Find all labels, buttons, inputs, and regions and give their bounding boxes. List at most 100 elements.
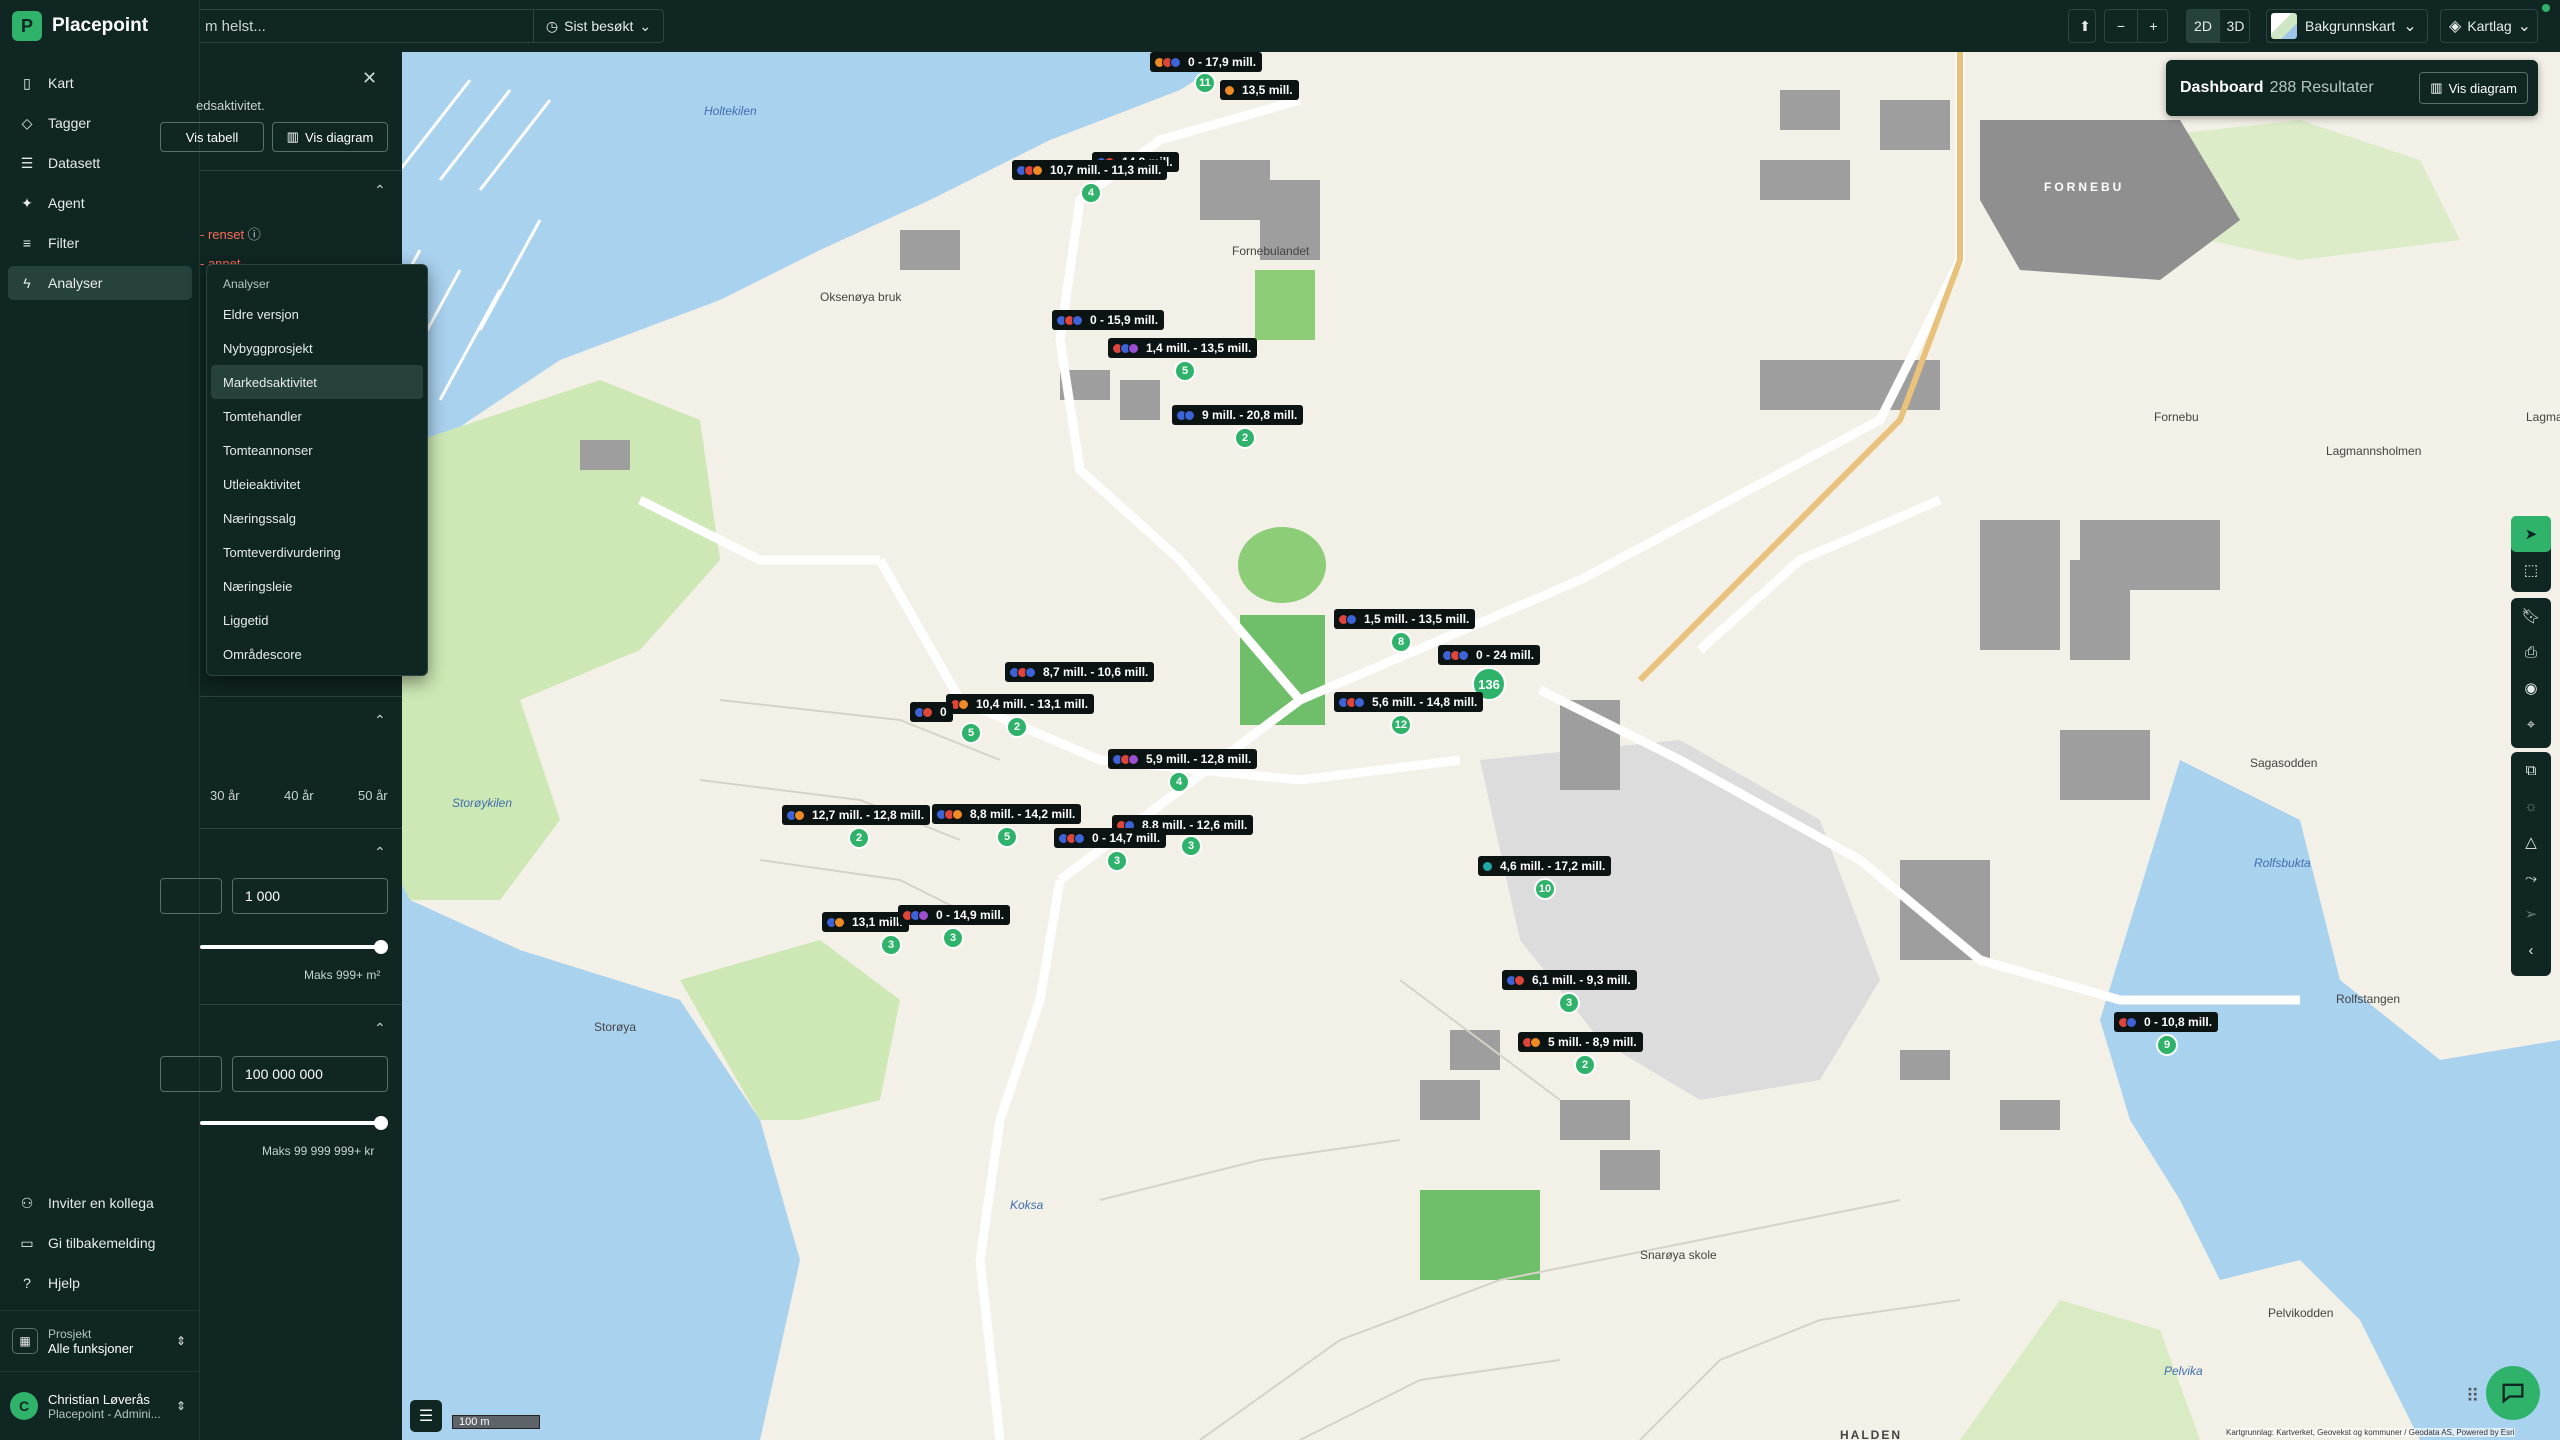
price-label[interactable]: 8,7 mill. - 10,6 mill. bbox=[1005, 662, 1155, 682]
cluster-count[interactable]: 2 bbox=[1006, 716, 1028, 738]
cluster-count[interactable]: 12 bbox=[1390, 714, 1412, 736]
cluster-count[interactable]: 3 bbox=[942, 927, 964, 949]
dropdown-item[interactable]: Områdescore bbox=[211, 637, 423, 671]
filter-tag-renset[interactable]: - renset ⓘ bbox=[200, 224, 261, 243]
price-label[interactable]: 0 - 10,8 mill. bbox=[2114, 1012, 2219, 1032]
area-slider-handle[interactable] bbox=[374, 940, 388, 954]
price-label[interactable]: 13,1 mill. bbox=[822, 912, 909, 932]
dashboard-chart-button[interactable]: ▥ Vis diagram bbox=[2419, 72, 2528, 104]
drag-handle-icon[interactable]: ⠿ bbox=[2466, 1386, 2479, 1407]
bookmark-icon[interactable]: 🔖︎ bbox=[2511, 598, 2551, 634]
locate-icon[interactable]: ⌖ bbox=[2511, 706, 2551, 742]
brand[interactable]: P Placepoint bbox=[12, 10, 148, 42]
cluster-count[interactable]: 2 bbox=[1234, 427, 1256, 449]
recent-dropdown[interactable]: ◷ Sist besøkt ⌄ bbox=[534, 9, 664, 43]
cluster-count[interactable]: 2 bbox=[848, 827, 870, 849]
price-label[interactable]: 6,1 mill. - 9,3 mill. bbox=[1502, 970, 1637, 990]
cluster-count[interactable]: 10 bbox=[1534, 878, 1556, 900]
cluster-count[interactable]: 3 bbox=[1106, 850, 1128, 872]
price-label[interactable]: 0 - 15,9 mill. bbox=[1052, 310, 1165, 330]
cluster-count[interactable]: 4 bbox=[1168, 771, 1190, 793]
sidebar-item-hjelp[interactable]: ? Hjelp bbox=[8, 1266, 192, 1300]
price-label[interactable]: 0 - 14,9 mill. bbox=[898, 905, 1011, 925]
sidebar-item-agent[interactable]: ✦ Agent bbox=[8, 186, 192, 220]
select-area-icon[interactable]: ⬚ bbox=[2511, 552, 2551, 588]
price-slider-handle[interactable] bbox=[374, 1116, 388, 1130]
cluster-count[interactable]: 4 bbox=[1080, 182, 1102, 204]
price-label[interactable]: 8,8 mill. - 14,2 mill. bbox=[932, 804, 1082, 824]
close-icon[interactable]: ✕ bbox=[362, 68, 377, 89]
dropdown-item[interactable]: Næringssalg bbox=[211, 501, 423, 535]
view-3d-button[interactable]: 3D bbox=[2219, 10, 2251, 42]
cluster-count[interactable]: 11 bbox=[1194, 72, 1216, 94]
chat-button[interactable] bbox=[2486, 1366, 2540, 1420]
print-icon[interactable]: ⎙ bbox=[2511, 634, 2551, 670]
chevron-up-icon[interactable]: ⌃ bbox=[374, 1020, 386, 1037]
dropdown-item[interactable]: Eldre versjon bbox=[211, 297, 423, 331]
sidebar-item-analyser[interactable]: ϟ Analyser bbox=[8, 266, 192, 300]
price-label[interactable]: 5,6 mill. - 14,8 mill. bbox=[1334, 692, 1484, 712]
price-label[interactable]: 1,4 mill. - 13,5 mill. bbox=[1108, 338, 1258, 358]
price-label[interactable]: 1,5 mill. - 13,5 mill. bbox=[1334, 609, 1476, 629]
sun-icon[interactable]: ☼ bbox=[2511, 788, 2551, 824]
price-min-input[interactable] bbox=[160, 1056, 222, 1092]
area-slider[interactable] bbox=[200, 945, 382, 949]
project-switcher[interactable]: ▦ Prosjekt Alle funksjoner ⇕ bbox=[0, 1310, 200, 1372]
area-max-input[interactable]: 1 000 bbox=[232, 878, 388, 914]
dropdown-item[interactable]: Utleieaktivitet bbox=[211, 467, 423, 501]
dropdown-item[interactable]: Tomteverdivurdering bbox=[211, 535, 423, 569]
collapse-icon[interactable]: ‹ bbox=[2511, 932, 2551, 968]
price-label[interactable]: 0 - 14,7 mill. bbox=[1054, 828, 1167, 848]
price-label[interactable]: 13,5 mill. bbox=[1220, 80, 1299, 100]
price-label[interactable]: 12,7 mill. - 12,8 mill. bbox=[782, 805, 931, 825]
price-label[interactable]: 10,4 mill. - 13,1 mill. bbox=[946, 694, 1095, 714]
layers-dropdown[interactable]: ◈ Kartlag ⌄ bbox=[2440, 9, 2538, 43]
dropdown-item[interactable]: Tomtehandler bbox=[211, 399, 423, 433]
camera-icon[interactable]: ◉ bbox=[2511, 670, 2551, 706]
price-label[interactable]: 0 - 17,9 mill. bbox=[1150, 52, 1263, 72]
user-menu[interactable]: C Christian Løverås Placepoint - Admini.… bbox=[0, 1376, 200, 1436]
compass-button[interactable]: ⬆ bbox=[2068, 9, 2096, 43]
cluster-count[interactable]: 3 bbox=[1558, 992, 1580, 1014]
route-icon[interactable]: ⤳ bbox=[2511, 860, 2551, 896]
triangle-icon[interactable]: △ bbox=[2511, 824, 2551, 860]
dropdown-item[interactable]: Nybyggprosjekt bbox=[211, 331, 423, 365]
cluster-count[interactable]: 8 bbox=[1390, 631, 1412, 653]
layers-stack-icon[interactable]: ⧉ bbox=[2511, 752, 2551, 788]
price-label[interactable]: 9 mill. - 20,8 mill. bbox=[1172, 405, 1304, 425]
dropdown-item[interactable]: Markedsaktivitet bbox=[211, 365, 423, 399]
pointer-icon[interactable]: ➤ bbox=[2511, 516, 2551, 552]
chevron-up-icon[interactable]: ⌃ bbox=[374, 844, 386, 861]
price-slider[interactable] bbox=[200, 1121, 382, 1125]
sidebar-item-inviter-en-kollega[interactable]: ⚇ Inviter en kollega bbox=[8, 1186, 192, 1220]
price-label[interactable]: 5,9 mill. - 12,8 mill. bbox=[1108, 749, 1258, 769]
price-label[interactable]: 4,6 mill. - 17,2 mill. bbox=[1478, 856, 1612, 876]
sidebar-item-kart[interactable]: ▯ Kart bbox=[8, 66, 192, 100]
price-label[interactable]: 10,7 mill. - 11,3 mill. bbox=[1012, 160, 1168, 180]
cluster-count[interactable]: 5 bbox=[996, 826, 1018, 848]
cluster-count[interactable]: 3 bbox=[1180, 835, 1202, 857]
legend-button[interactable]: ☰ bbox=[410, 1400, 442, 1432]
price-label[interactable]: 5 mill. - 8,9 mill. bbox=[1518, 1032, 1643, 1052]
price-max-input[interactable]: 100 000 000 bbox=[232, 1056, 388, 1092]
navigate-icon[interactable]: ➢ bbox=[2511, 896, 2551, 932]
dropdown-item[interactable]: Liggetid bbox=[211, 603, 423, 637]
zoom-in-button[interactable]: + bbox=[2137, 10, 2169, 42]
cluster-count[interactable]: 9 bbox=[2156, 1034, 2178, 1056]
price-label[interactable]: 0 bbox=[910, 702, 953, 722]
view-2d-button[interactable]: 2D bbox=[2187, 10, 2219, 42]
price-label[interactable]: 0 - 24 mill. bbox=[1438, 645, 1541, 665]
show-chart-button[interactable]: ▥ Vis diagram bbox=[272, 122, 388, 152]
background-map-dropdown[interactable]: Bakgrunnskart ⌄ bbox=[2266, 9, 2428, 43]
sidebar-item-gi-tilbakemelding[interactable]: ▭ Gi tilbakemelding bbox=[8, 1226, 192, 1260]
chevron-up-icon[interactable]: ⌃ bbox=[374, 182, 386, 199]
zoom-out-button[interactable]: − bbox=[2105, 10, 2137, 42]
sidebar-item-filter[interactable]: ≡ Filter bbox=[8, 226, 192, 260]
show-table-button[interactable]: Vis tabell bbox=[160, 122, 264, 152]
cluster-count[interactable]: 5 bbox=[1174, 360, 1196, 382]
cluster-count[interactable]: 3 bbox=[880, 934, 902, 956]
cluster-count[interactable]: 5 bbox=[960, 722, 982, 744]
dropdown-item[interactable]: Næringsleie bbox=[211, 569, 423, 603]
dropdown-item[interactable]: Tomteannonser bbox=[211, 433, 423, 467]
cluster-count[interactable]: 2 bbox=[1574, 1054, 1596, 1076]
